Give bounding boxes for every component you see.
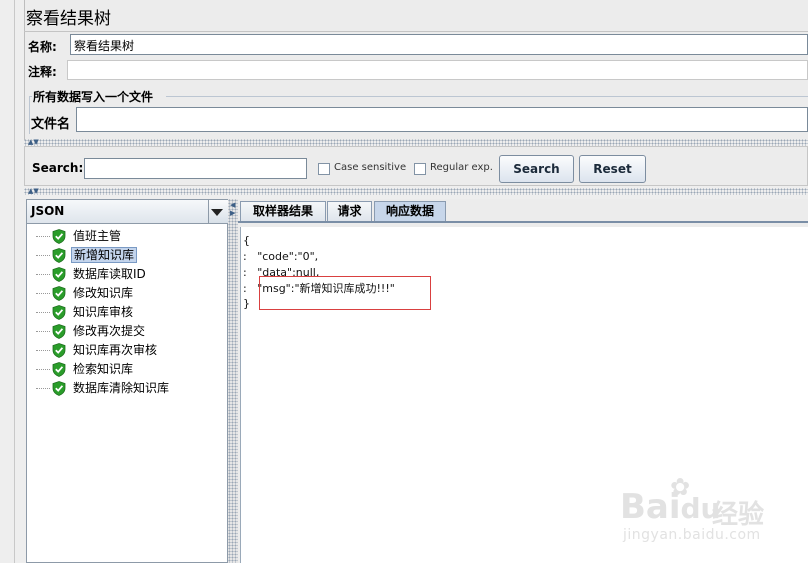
fieldset-border-top xyxy=(166,96,808,97)
fieldset-border-left xyxy=(29,96,30,134)
tab-request[interactable]: 请求 xyxy=(327,201,372,221)
search-input[interactable] xyxy=(84,158,307,179)
tree-item[interactable]: 修改再次提交 xyxy=(36,322,226,341)
case-sensitive-checkbox[interactable] xyxy=(318,163,330,175)
search-label: Search: xyxy=(32,161,84,175)
arrow-down-icon[interactable]: ▲▼ xyxy=(28,188,39,195)
arrow-left-icon[interactable]: ◀ ▶ xyxy=(230,201,235,217)
green-check-shield-icon xyxy=(52,286,66,301)
tree-connector xyxy=(36,331,50,332)
green-check-shield-icon xyxy=(52,381,66,396)
tree-item-label: 新增知识库 xyxy=(71,247,138,263)
tree-connector xyxy=(36,293,50,294)
tree-connector xyxy=(36,369,50,370)
tree-item-label: 知识库审核 xyxy=(73,305,134,319)
tree-connector xyxy=(36,388,50,389)
tree-connector xyxy=(36,236,50,237)
regex-label: Regular exp. xyxy=(430,162,493,173)
tree-item-label: 数据库读取ID xyxy=(73,267,146,281)
tree-item-label: 数据库清除知识库 xyxy=(73,381,170,395)
comment-label: 注释: xyxy=(28,65,57,79)
tree-connector xyxy=(36,350,50,351)
tree-item-label: 修改知识库 xyxy=(73,286,134,300)
arrow-up-icon[interactable]: ▲▼ xyxy=(28,139,39,146)
name-input[interactable]: 察看结果树 xyxy=(70,34,808,55)
green-check-shield-icon xyxy=(52,362,66,377)
reset-button[interactable]: Reset xyxy=(579,155,646,183)
json-line: { xyxy=(243,234,250,247)
json-line: } xyxy=(243,297,250,310)
watermark-brand-suffix: 经验 xyxy=(712,500,765,530)
split-divider-top[interactable] xyxy=(24,139,808,146)
tree-item[interactable]: 知识库审核 xyxy=(36,303,226,322)
json-line: : "code":"0", xyxy=(243,250,319,263)
highlight-box xyxy=(259,276,431,310)
tree-item[interactable]: 新增知识库 xyxy=(36,246,226,265)
filename-input[interactable] xyxy=(76,107,808,132)
regex-checkbox[interactable] xyxy=(414,163,426,175)
tree-item[interactable]: 数据库清除知识库 xyxy=(36,379,226,398)
tree-item[interactable]: 数据库读取ID xyxy=(36,265,226,284)
tab-response-data[interactable]: 响应数据 xyxy=(374,201,446,221)
triangle-down-icon xyxy=(211,209,223,216)
filename-label: 文件名 xyxy=(31,117,71,132)
comment-input[interactable] xyxy=(67,60,808,80)
green-check-shield-icon xyxy=(52,324,66,339)
tree-connector xyxy=(36,255,50,256)
renderer-select-value: JSON xyxy=(31,204,65,218)
split-divider-bottom[interactable] xyxy=(24,188,808,195)
tree-item-label: 修改再次提交 xyxy=(73,324,146,338)
tree-item[interactable]: 检索知识库 xyxy=(36,360,226,379)
tree-item-label: 值班主管 xyxy=(73,229,122,243)
tree-connector xyxy=(36,274,50,275)
tree-item[interactable]: 知识库再次审核 xyxy=(36,341,226,360)
watermark-url: jingyan.baidu.com xyxy=(623,527,761,543)
green-check-shield-icon xyxy=(52,305,66,320)
fieldset-title: 所有数据写入一个文件 xyxy=(33,90,154,104)
green-check-shield-icon xyxy=(52,267,66,282)
tabs-baseline xyxy=(238,221,808,223)
green-check-shield-icon xyxy=(52,248,66,263)
tree-item[interactable]: 修改知识库 xyxy=(36,284,226,303)
name-label: 名称: xyxy=(28,40,57,54)
green-check-shield-icon xyxy=(52,229,66,244)
tab-sampler-result[interactable]: 取样器结果 xyxy=(240,201,326,221)
tree-item-label: 检索知识库 xyxy=(73,362,134,376)
case-sensitive-label: Case sensitive xyxy=(334,162,407,173)
green-check-shield-icon xyxy=(52,343,66,358)
tree-connector xyxy=(36,312,50,313)
vertical-splitter[interactable] xyxy=(228,199,238,563)
left-frame-line xyxy=(14,0,15,563)
tree-item[interactable]: 值班主管 xyxy=(36,227,226,246)
page-title: 察看结果树 xyxy=(26,9,111,29)
paw-icon: ✿ xyxy=(670,473,691,501)
tree-item-label: 知识库再次审核 xyxy=(73,343,158,357)
search-button[interactable]: Search xyxy=(499,155,574,183)
title-divider xyxy=(24,31,808,32)
